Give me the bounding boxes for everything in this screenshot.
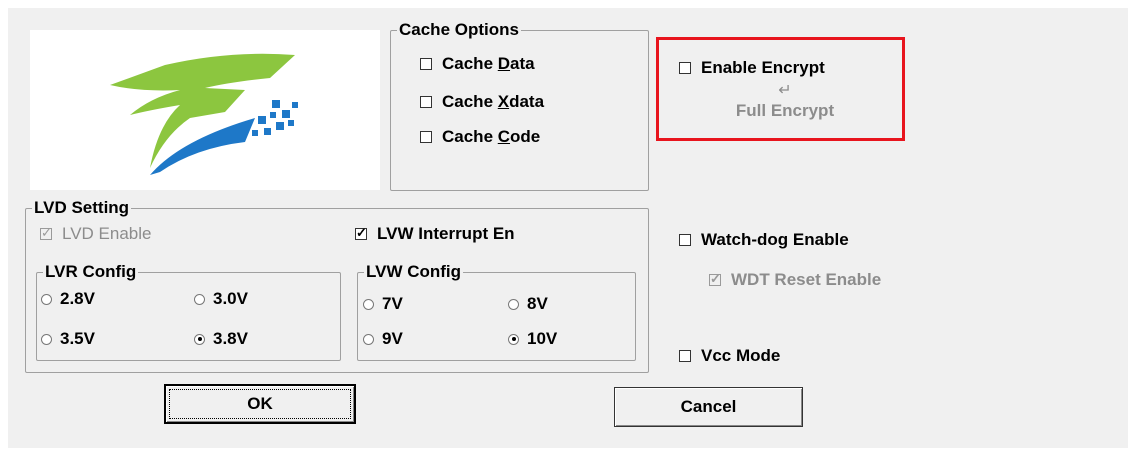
vcc-mode-checkbox[interactable]: Vcc Mode: [679, 346, 780, 366]
checkbox-box[interactable]: [679, 350, 691, 362]
focus-ring: [169, 389, 351, 419]
lvr-radio-3-5v[interactable]: 3.5V: [41, 329, 95, 349]
cache-data-checkbox[interactable]: Cache Data: [420, 54, 535, 74]
cache-code-checkbox[interactable]: Cache Code: [420, 127, 540, 147]
cache-code-label: Cache Code: [442, 127, 541, 146]
lvw-config-title: LVW Config: [366, 262, 462, 281]
lvd-setting-title: LVD Setting: [34, 198, 130, 217]
radio-label: 2.8V: [60, 289, 95, 308]
cancel-button[interactable]: Cancel: [614, 387, 803, 427]
radio-circle[interactable]: [194, 293, 205, 305]
cache-options-title: Cache Options: [399, 20, 519, 39]
checkbox-box[interactable]: [355, 225, 367, 241]
radio-circle[interactable]: [194, 333, 205, 345]
checkbox-box[interactable]: [709, 271, 721, 287]
lvw-interrupt-checkbox[interactable]: LVW Interrupt En: [355, 224, 515, 244]
lvw-radio-8v[interactable]: 8V: [508, 294, 548, 314]
radio-circle[interactable]: [363, 333, 374, 345]
logo: [30, 30, 380, 190]
watchdog-enable-label: Watch-dog Enable: [701, 230, 849, 249]
enable-encrypt-label: Enable Encrypt: [701, 58, 825, 77]
logo-icon: [110, 53, 298, 175]
return-glyph: ↵: [778, 82, 792, 99]
vcc-mode-label: Vcc Mode: [701, 346, 781, 365]
radio-label: 3.0V: [213, 289, 248, 308]
radio-circle[interactable]: [508, 298, 519, 310]
checkbox-box[interactable]: [679, 234, 691, 246]
enable-encrypt-checkbox[interactable]: Enable Encrypt: [679, 58, 825, 78]
radio-label: 8V: [527, 294, 548, 313]
lvw-interrupt-label: LVW Interrupt En: [377, 224, 515, 243]
radio-circle[interactable]: [508, 333, 519, 345]
full-encrypt-label: Full Encrypt: [735, 101, 835, 120]
ok-button[interactable]: OK: [164, 384, 356, 424]
radio-label: 3.5V: [60, 329, 95, 348]
lvr-radio-2-8v[interactable]: 2.8V: [41, 289, 95, 309]
radio-circle[interactable]: [41, 293, 52, 305]
lvw-radio-7v[interactable]: 7V: [363, 294, 403, 314]
cancel-button-label: Cancel: [680, 397, 737, 416]
lvw-radio-10v[interactable]: 10V: [508, 329, 557, 349]
radio-label: 7V: [382, 294, 403, 313]
radio-label: 9V: [382, 329, 403, 348]
checkbox-box[interactable]: [420, 58, 432, 70]
radio-label: 3.8V: [213, 329, 248, 348]
watchdog-enable-checkbox[interactable]: Watch-dog Enable: [679, 230, 849, 250]
lvw-radio-9v[interactable]: 9V: [363, 329, 403, 349]
checkbox-box[interactable]: [420, 96, 432, 108]
wdt-reset-label: WDT Reset Enable: [731, 270, 882, 289]
radio-circle[interactable]: [41, 333, 52, 345]
radio-label: 10V: [527, 329, 558, 348]
lvr-config-title: LVR Config: [45, 262, 137, 281]
checkbox-box[interactable]: [420, 131, 432, 143]
checkbox-box[interactable]: [679, 62, 691, 74]
lvr-radio-3-8v[interactable]: 3.8V: [194, 329, 248, 349]
wdt-reset-checkbox[interactable]: WDT Reset Enable: [709, 270, 881, 290]
cache-xdata-label: Cache Xdata: [442, 92, 545, 111]
lvd-enable-label: LVD Enable: [62, 224, 152, 243]
cache-xdata-checkbox[interactable]: Cache Xdata: [420, 92, 544, 112]
radio-circle[interactable]: [363, 298, 374, 310]
lvr-radio-3-0v[interactable]: 3.0V: [194, 289, 248, 309]
checkbox-box[interactable]: [40, 225, 52, 241]
cache-data-label: Cache Data: [442, 54, 535, 73]
lvd-enable-checkbox[interactable]: LVD Enable: [40, 224, 151, 244]
